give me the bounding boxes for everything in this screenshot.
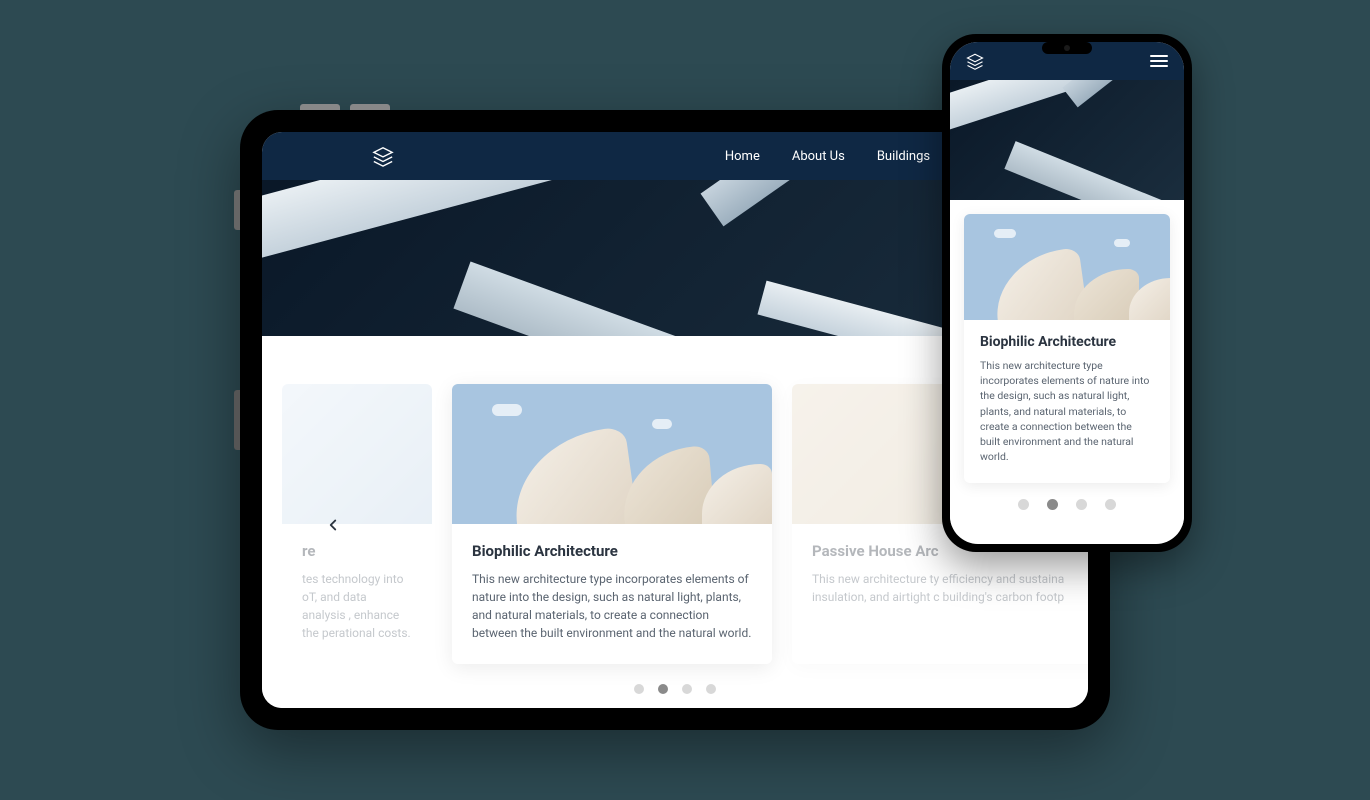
carousel-card[interactable]: re tes technology into oT, and data anal… <box>282 384 432 664</box>
hamburger-icon <box>1150 55 1168 57</box>
pagination-dot-active[interactable] <box>658 684 668 694</box>
carousel-card-active[interactable]: Biophilic Architecture This new architec… <box>452 384 772 664</box>
logo-icon <box>372 145 394 167</box>
carousel-card-active[interactable]: Biophilic Architecture This new architec… <box>964 214 1170 483</box>
tablet-button <box>350 104 390 110</box>
carousel-pagination <box>964 499 1170 510</box>
carousel: Biophilic Architecture This new architec… <box>950 200 1184 526</box>
pagination-dot[interactable] <box>706 684 716 694</box>
chevron-left-icon <box>324 516 342 534</box>
nav-links: Home About Us Buildings Co <box>725 149 978 164</box>
card-description: tes technology into oT, and data analysi… <box>302 570 412 642</box>
pagination-dot-active[interactable] <box>1047 499 1058 510</box>
nav-link-home[interactable]: Home <box>725 149 760 164</box>
card-title: Biophilic Architecture <box>980 334 1154 350</box>
card-image <box>964 214 1170 320</box>
pagination-dot[interactable] <box>634 684 644 694</box>
card-description: This new architecture ty efficiency and … <box>812 570 1088 606</box>
pagination-dot[interactable] <box>1018 499 1029 510</box>
pagination-dot[interactable] <box>682 684 692 694</box>
pagination-dot[interactable] <box>1105 499 1116 510</box>
hamburger-menu-button[interactable] <box>1150 55 1168 67</box>
hero-image <box>950 80 1184 200</box>
card-image <box>452 384 772 524</box>
card-description: This new architecture type incorporates … <box>472 570 752 642</box>
card-title: Biophilic Architecture <box>472 542 752 560</box>
phone-screen: Biophilic Architecture This new architec… <box>950 42 1184 544</box>
card-image <box>282 384 432 524</box>
card-description: This new architecture type incorporates … <box>980 358 1154 465</box>
nav-link-buildings[interactable]: Buildings <box>877 149 930 164</box>
phone-device: Biophilic Architecture This new architec… <box>942 34 1192 552</box>
nav-link-about[interactable]: About Us <box>792 149 845 164</box>
tablet-button <box>300 104 340 110</box>
carousel-prev-button[interactable] <box>324 516 342 534</box>
phone-camera <box>1064 45 1070 51</box>
pagination-dot[interactable] <box>1076 499 1087 510</box>
card-title: re <box>302 542 412 560</box>
logo-icon <box>966 52 984 70</box>
carousel-pagination <box>262 684 1088 694</box>
